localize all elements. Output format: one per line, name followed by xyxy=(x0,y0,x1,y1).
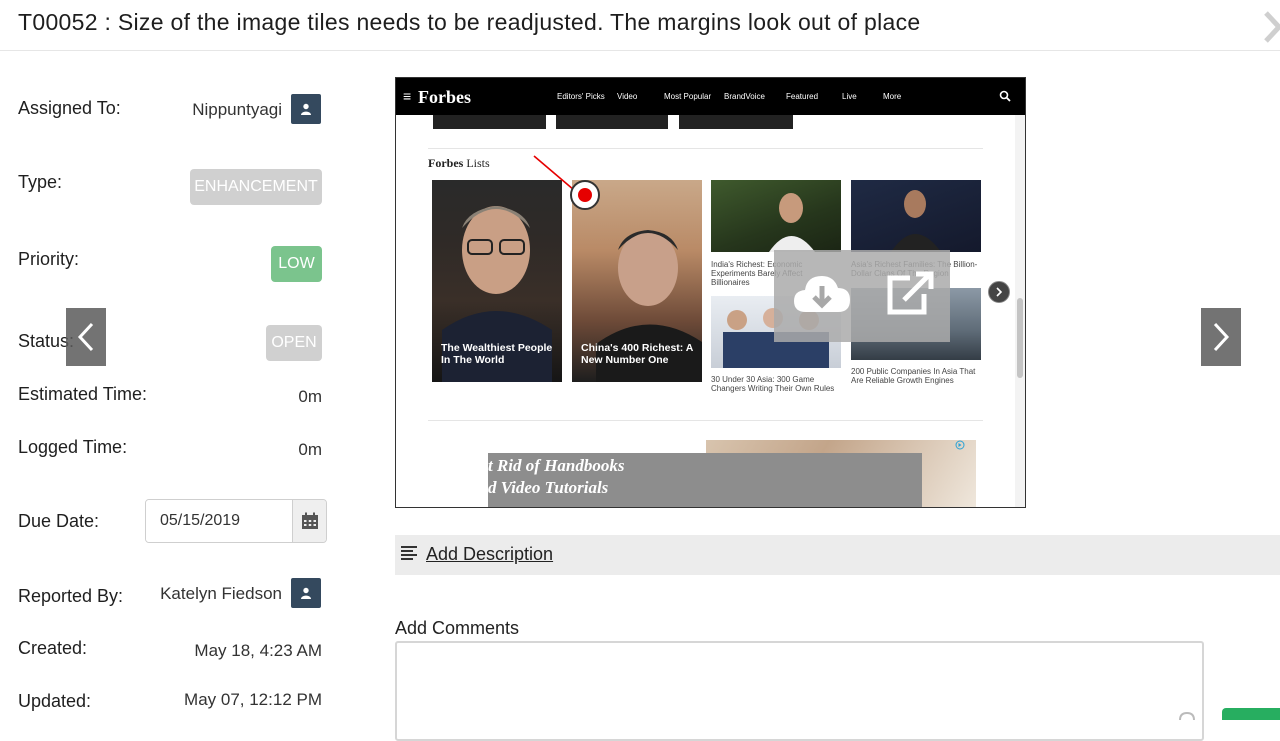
due-date-input[interactable] xyxy=(146,500,292,542)
due-date-picker xyxy=(145,499,327,543)
lists-heading-brand: Forbes xyxy=(428,156,464,170)
nav-item: Live xyxy=(842,92,857,101)
user-icon xyxy=(301,103,311,115)
card-caption: 30 Under 30 Asia: 300 Game Changers Writ… xyxy=(711,375,835,393)
list-card: The Wealthiest People In The World xyxy=(432,180,562,382)
logged-time-label: Logged Time: xyxy=(18,437,128,457)
title-divider xyxy=(0,50,1280,51)
chevron-right-icon xyxy=(996,287,1003,297)
status-badge[interactable]: OPEN xyxy=(266,325,322,361)
thumbnail xyxy=(433,115,546,129)
search-icon xyxy=(999,90,1011,102)
add-description-link[interactable]: Add Description xyxy=(426,544,553,565)
advertisement: t Rid of Handbooks d Video Tutorials xyxy=(488,440,976,507)
scrollbar-thumb xyxy=(1017,298,1023,378)
previous-image-button[interactable] xyxy=(66,308,106,366)
cloud-download-icon[interactable] xyxy=(792,270,852,316)
estimated-time-label: Estimated Time: xyxy=(18,384,148,404)
updated-value: May 07, 12:12 PM xyxy=(184,690,322,709)
updated-label: Updated: xyxy=(18,691,92,711)
ad-text: t Rid of Handbooks xyxy=(488,456,625,475)
card-caption: China's 400 Richest: A New Number One xyxy=(581,342,694,366)
estimated-time-value: 0m xyxy=(298,387,322,406)
card-image xyxy=(851,180,981,252)
card-caption: 200 Public Companies In Asia That Are Re… xyxy=(851,367,976,385)
due-date-label: Due Date: xyxy=(18,511,100,531)
assignee-user-button[interactable] xyxy=(291,94,321,124)
calendar-icon xyxy=(301,512,318,529)
task-title: T00052 : Size of the image tiles needs t… xyxy=(18,9,921,35)
chevron-left-icon xyxy=(77,322,94,352)
nav-item: BrandVoice xyxy=(724,92,765,101)
type-label: Type: xyxy=(18,172,63,192)
image-action-overlay xyxy=(774,250,950,342)
nav-item: Featured xyxy=(786,92,819,101)
menu-icon: ≡ xyxy=(403,88,412,104)
divider xyxy=(428,420,983,421)
priority-badge[interactable]: LOW xyxy=(271,246,322,282)
lists-heading: Forbes Lists xyxy=(428,156,490,171)
reported-by-value: Katelyn Fiedson xyxy=(160,584,282,603)
comments-label: Add Comments xyxy=(395,618,520,638)
card-image xyxy=(711,180,841,252)
assigned-to-value: Nippuntyagi xyxy=(192,100,282,119)
divider xyxy=(428,148,983,149)
user-icon xyxy=(301,587,311,599)
annotation-marker-dot xyxy=(578,188,592,202)
nav-item: Video xyxy=(617,92,638,101)
nav-item: Editors' Picks xyxy=(557,92,605,101)
calendar-button[interactable] xyxy=(292,500,326,542)
card-caption: The Wealthiest People In The World xyxy=(441,342,553,366)
site-logo: Forbes xyxy=(418,87,471,107)
logged-time-value: 0m xyxy=(298,440,322,459)
attachment-screenshot[interactable]: ≡ Forbes Editors' Picks Video Most Popul… xyxy=(395,77,1026,508)
nav-item: Most Popular xyxy=(664,92,712,101)
priority-label: Priority: xyxy=(18,249,80,269)
ad-choices-icon xyxy=(955,440,965,450)
list-card: China's 400 Richest: A New Number One xyxy=(572,180,702,382)
reporter-user-button[interactable] xyxy=(291,578,321,608)
description-bar: Add Description xyxy=(395,535,1280,575)
thumbnail xyxy=(679,115,793,129)
next-task-chevron-icon[interactable] xyxy=(1262,10,1280,44)
external-link-icon[interactable] xyxy=(884,270,936,316)
created-label: Created: xyxy=(18,638,88,658)
attachment-icon[interactable] xyxy=(1178,712,1196,720)
created-value: May 18, 4:23 AM xyxy=(194,641,322,660)
thumbnail xyxy=(556,115,668,129)
nav-item: More xyxy=(883,92,902,101)
ad-text: d Video Tutorials xyxy=(488,478,609,497)
portrait-illustration xyxy=(769,193,815,252)
carousel-next-button xyxy=(988,281,1010,303)
lines-icon xyxy=(401,546,417,560)
next-image-button[interactable] xyxy=(1201,308,1241,366)
reported-by-label: Reported By: xyxy=(18,586,124,606)
portrait-illustration xyxy=(891,190,941,252)
comment-input[interactable] xyxy=(395,641,1204,741)
assigned-to-label: Assigned To: xyxy=(18,98,121,118)
lists-heading-text: Lists xyxy=(466,156,490,170)
chevron-right-icon xyxy=(1213,322,1230,352)
submit-comment-button[interactable] xyxy=(1222,708,1280,720)
type-badge[interactable]: ENHANCEMENT xyxy=(190,169,322,205)
